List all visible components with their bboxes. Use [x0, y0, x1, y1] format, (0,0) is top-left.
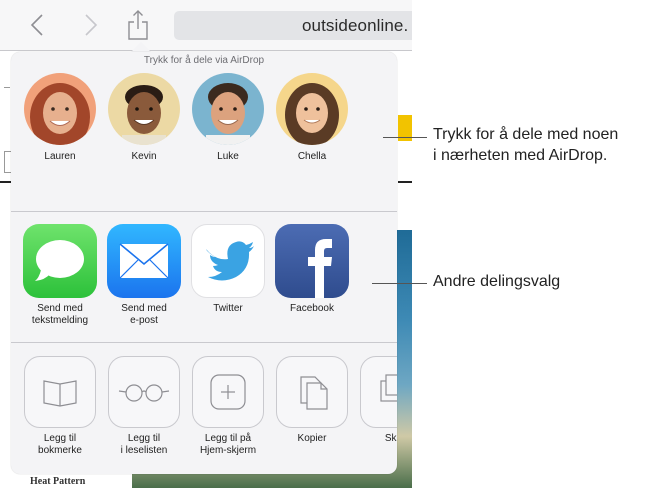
share-twitter-button[interactable]: Twitter — [188, 224, 268, 315]
share-mail-button[interactable]: Send med e-post — [104, 224, 184, 327]
share-button[interactable] — [125, 8, 151, 42]
add-square-icon — [192, 356, 264, 428]
avatar — [276, 73, 348, 145]
share-sheet: Trykk for å dele via AirDrop Lauren Kevi… — [11, 52, 397, 474]
print-icon — [360, 356, 397, 428]
copy-icon — [276, 356, 348, 428]
address-bar[interactable]: outsideonline. — [174, 11, 412, 40]
ipad-screen: Heat Pattern outsideonline. Trykk for å … — [0, 0, 412, 488]
glasses-icon — [108, 356, 180, 428]
contact-name: Kevin — [131, 151, 157, 162]
share-icon — [128, 10, 148, 40]
add-to-home-screen-button[interactable]: Legg til på Hjem-skjerm — [188, 356, 268, 457]
avatar — [24, 73, 96, 145]
app-label: Send med tekstmelding — [31, 303, 89, 326]
share-sheet-arrow — [131, 42, 151, 52]
facebook-icon — [275, 224, 349, 298]
callout-airdrop: Trykk for å dele med noen i nærheten med… — [433, 126, 619, 164]
add-bookmark-button[interactable]: Legg til bokmerke — [20, 356, 100, 457]
copy-button[interactable]: Kopier — [272, 356, 352, 445]
book-icon — [24, 356, 96, 428]
action-label: Legg til på Hjem-skjerm — [199, 433, 257, 456]
callout-leader-line — [372, 283, 427, 284]
safari-toolbar: outsideonline. — [0, 0, 412, 51]
twitter-icon — [191, 224, 265, 298]
messages-icon — [23, 224, 97, 298]
share-messages-button[interactable]: Send med tekstmelding — [20, 224, 100, 327]
back-button[interactable] — [26, 12, 50, 38]
chevron-right-icon — [85, 14, 98, 36]
section-divider — [11, 211, 397, 212]
forward-button[interactable] — [78, 12, 102, 38]
share-facebook-button[interactable]: Facebook — [272, 224, 352, 315]
avatar — [108, 73, 180, 145]
app-label: Twitter — [213, 303, 243, 314]
action-label: Legg til bokmerke — [38, 433, 82, 456]
action-label: Kopier — [297, 433, 327, 444]
airdrop-contact-luke[interactable]: Luke — [189, 73, 267, 162]
url-text: outsideonline. — [302, 16, 409, 35]
chevron-left-icon — [30, 14, 43, 36]
airdrop-contact-kevin[interactable]: Kevin — [105, 73, 183, 162]
contact-name: Chella — [297, 151, 327, 162]
action-label: Skriv — [384, 433, 397, 444]
add-reading-list-button[interactable]: Legg til i leselisten — [104, 356, 184, 457]
print-button[interactable]: Skriv — [356, 356, 397, 445]
section-divider — [11, 342, 397, 343]
airdrop-title: Trykk for å dele via AirDrop — [143, 55, 265, 66]
app-label: Send med e-post — [121, 303, 167, 326]
app-label: Facebook — [290, 303, 334, 314]
airdrop-contact-lauren[interactable]: Lauren — [21, 73, 99, 162]
callout-leader-line — [383, 137, 427, 138]
callout-sharing-options: Andre delingsvalg — [433, 273, 561, 290]
action-label: Legg til i leselisten — [120, 433, 168, 456]
contact-name: Lauren — [44, 151, 76, 162]
avatar — [192, 73, 264, 145]
mail-icon — [107, 224, 181, 298]
webpage-footer-text: Heat Pattern — [30, 476, 86, 487]
airdrop-contact-chella[interactable]: Chella — [273, 73, 351, 162]
contact-name: Luke — [217, 151, 239, 162]
